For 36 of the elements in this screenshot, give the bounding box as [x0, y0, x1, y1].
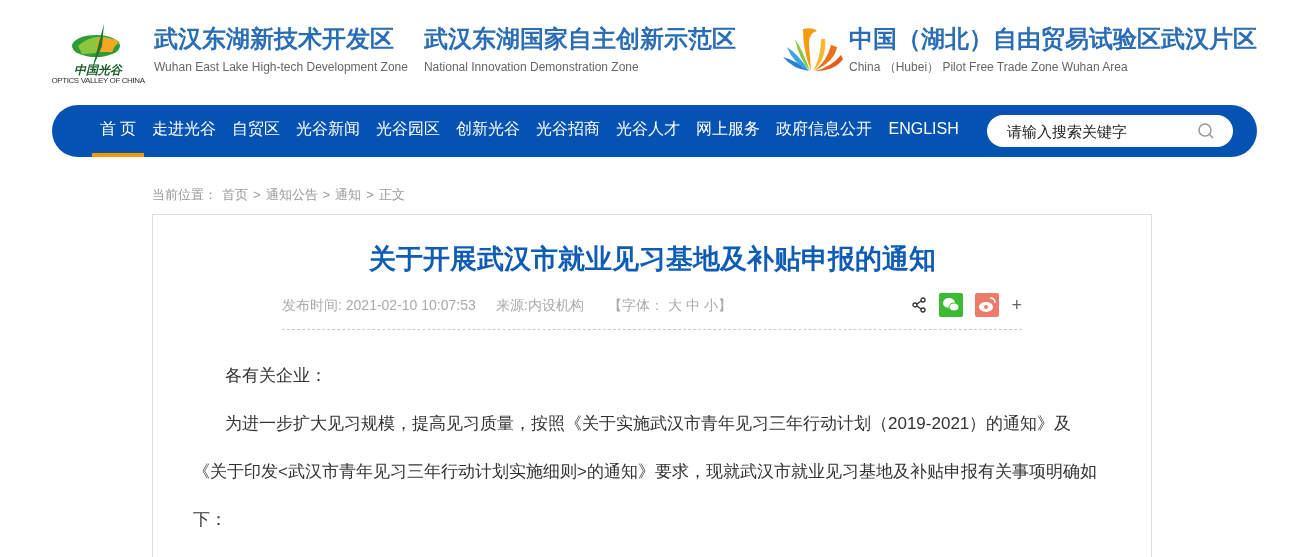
nav-item[interactable]: 自贸区 — [224, 105, 289, 157]
nav-item[interactable]: ENGLISH — [880, 105, 967, 157]
font-size-label: 【字体： — [607, 295, 664, 315]
article-title: 关于开展武汉市就业见习基地及补贴申报的通知 — [367, 242, 937, 276]
search-icon[interactable] — [1197, 122, 1215, 140]
chat-icon[interactable] — [939, 293, 964, 317]
zone-subtitle: Wuhan East Lake High-tech Development Zone — [154, 59, 408, 76]
search-field[interactable]: 请输入搜索关键字 — [987, 115, 1233, 147]
breadcrumb-label: 当前位置： — [152, 186, 217, 204]
nav-item[interactable]: 光谷新闻 — [288, 105, 369, 157]
nav-item[interactable]: 走进光谷 — [144, 105, 225, 157]
article-paragraph: 各有关企业： — [224, 365, 328, 387]
more-share-button[interactable]: + — [1011, 296, 1022, 314]
nav-item[interactable]: 首 页 — [92, 105, 145, 157]
nav-item[interactable]: 政府信息公开 — [768, 105, 881, 157]
nav-item[interactable]: 光谷人才 — [608, 105, 689, 157]
breadcrumb-separator: > — [322, 186, 331, 204]
logo-text: 中国光谷 — [74, 63, 122, 76]
breadcrumb-separator: > — [253, 186, 261, 204]
zone-subtitle: National Innovation Demonstration Zone — [423, 59, 640, 76]
zone-title: 中国（湖北）自由贸易试验区武汉片区 — [849, 24, 1257, 54]
font-size-bracket: 】 — [717, 295, 732, 315]
logo-subtext: OPTICS VALLEY OF CHINA — [51, 76, 145, 85]
nav-item[interactable]: 创新光谷 — [448, 105, 529, 157]
zone-title: 武汉东湖国家自主创新示范区 — [423, 24, 736, 54]
article-source: 来源:内设机构 — [495, 295, 584, 315]
article-paragraph: 为进一步扩大见习规模，提高见习质量，按照《关于实施武汉市青年见习三年行动计划（2019-2021）的通知》及《关于印发<武汉市青年见习三年行动计划实施细则>的通知》要求，现就武汉市就业见习基地及补贴申报有关事项明确如下： — [193, 413, 1098, 531]
zone-subtitle: China （Hubei） Pilot Free Trade Zone Wuhan Area — [849, 59, 1129, 76]
publish-time: 发布时间: 2021-02-10 10:07:53 — [282, 295, 476, 315]
breadcrumb-separator: > — [366, 186, 374, 204]
weibo-icon[interactable] — [975, 293, 1000, 317]
zone-title: 武汉东湖新技术开发区 — [154, 24, 395, 54]
nav-item[interactable]: 光谷招商 — [528, 105, 609, 157]
nav-item[interactable]: 网上服务 — [688, 105, 769, 157]
share-icon[interactable] — [911, 297, 928, 313]
nav-item[interactable]: 光谷园区 — [368, 105, 449, 157]
